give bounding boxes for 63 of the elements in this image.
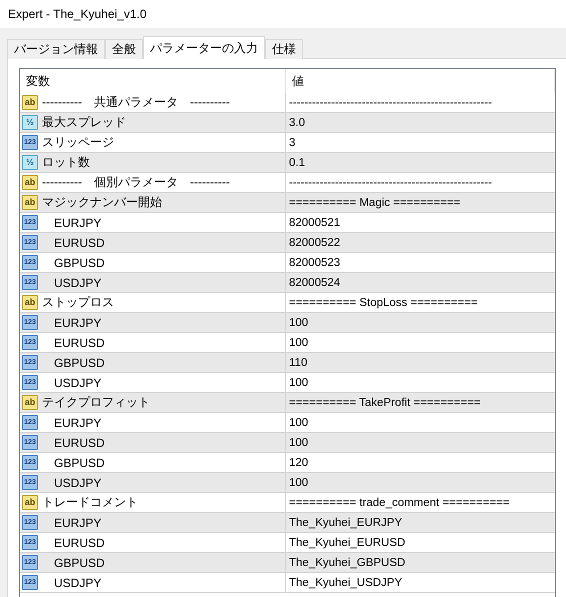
parameter-name: GBPUSD — [53, 356, 105, 370]
text-type-icon: ab — [22, 95, 38, 110]
parameter-value[interactable]: 120 — [286, 453, 555, 472]
window-title: Expert - The_Kyuhei_v1.0 — [8, 7, 147, 21]
decimal-type-icon: ½ — [22, 155, 38, 170]
parameter-name: EURJPY — [53, 316, 102, 330]
parameter-value[interactable]: 82000524 — [286, 273, 555, 292]
parameter-value[interactable]: ========== StopLoss ========== — [286, 293, 555, 312]
parameter-name: USDJPY — [53, 576, 102, 590]
parameter-value[interactable]: The_Kyuhei_GBPUSD — [286, 553, 555, 572]
parameter-name: EURUSD — [53, 536, 105, 550]
parameter-value[interactable]: ========== TakeProfit ========== — [286, 393, 555, 412]
parameter-name: EURUSD — [53, 236, 105, 250]
tab[interactable]: バージョン情報 — [7, 39, 105, 59]
parameter-name: EURJPY — [53, 516, 102, 530]
parameter-name: GBPUSD — [53, 256, 105, 270]
parameter-value[interactable]: ----------------------------------------------------- — [286, 93, 555, 112]
parameter-value[interactable]: 110 — [286, 353, 555, 372]
tab[interactable]: 仕様 — [265, 39, 303, 59]
text-type-icon: ab — [22, 195, 38, 210]
parameter-value[interactable]: ========== trade_comment ========== — [286, 493, 555, 512]
parameter-name: USDJPY — [53, 376, 102, 390]
parameter-name: ストップロス — [42, 294, 114, 311]
parameter-value[interactable]: 100 — [286, 413, 555, 432]
parameter-name: USDJPY — [53, 276, 102, 290]
parameter-name: トレードコメント — [42, 494, 138, 511]
parameter-name: EURJPY — [53, 416, 102, 430]
parameter-value[interactable]: 3 — [286, 133, 555, 152]
parameter-name: ---------- 個別パラメータ ---------- — [42, 174, 230, 191]
parameter-value[interactable]: 100 — [286, 313, 555, 332]
parameter-value[interactable]: 100 — [286, 373, 555, 392]
parameter-name: ---------- 共通パラメータ ---------- — [42, 94, 230, 111]
parameter-name: EURJPY — [53, 216, 102, 230]
parameter-name: マジックナンバー開始 — [42, 194, 162, 211]
parameter-name: EURUSD — [53, 336, 105, 350]
parameter-name: USDJPY — [53, 476, 102, 490]
parameter-name: テイクプロフィット — [42, 394, 150, 411]
parameter-value[interactable]: ========== Magic ========== — [286, 193, 555, 212]
parameter-value[interactable]: ----------------------------------------------------- — [286, 173, 555, 192]
text-type-icon: ab — [22, 175, 38, 190]
text-type-icon: ab — [22, 295, 38, 310]
parameter-value[interactable]: 82000521 — [286, 213, 555, 232]
parameter-value[interactable]: The_Kyuhei_USDJPY — [286, 573, 555, 592]
parameter-value[interactable]: The_Kyuhei_EURUSD — [286, 533, 555, 552]
parameter-name: 最大スプレッド — [42, 114, 126, 131]
tab[interactable]: 全般 — [105, 39, 143, 59]
parameter-name: スリッページ — [42, 134, 114, 151]
parameter-name: ロット数 — [42, 154, 90, 171]
parameter-value[interactable]: The_Kyuhei_EURJPY — [286, 513, 555, 532]
parameter-name: GBPUSD — [53, 556, 105, 570]
parameter-value[interactable]: 100 — [286, 433, 555, 452]
text-type-icon: ab — [22, 495, 38, 510]
text-type-icon: ab — [22, 395, 38, 410]
parameter-name: EURUSD — [53, 436, 105, 450]
parameter-value[interactable]: 82000523 — [286, 253, 555, 272]
parameter-value[interactable]: 100 — [286, 473, 555, 492]
parameter-value[interactable]: 0.1 — [286, 153, 555, 172]
parameter-value[interactable]: 82000522 — [286, 233, 555, 252]
parameter-value[interactable]: 3.0 — [286, 113, 555, 132]
parameter-value[interactable]: 100 — [286, 333, 555, 352]
tab[interactable]: パラメーターの入力 — [143, 36, 265, 59]
parameter-name: GBPUSD — [53, 456, 105, 470]
decimal-type-icon: ½ — [22, 115, 38, 130]
